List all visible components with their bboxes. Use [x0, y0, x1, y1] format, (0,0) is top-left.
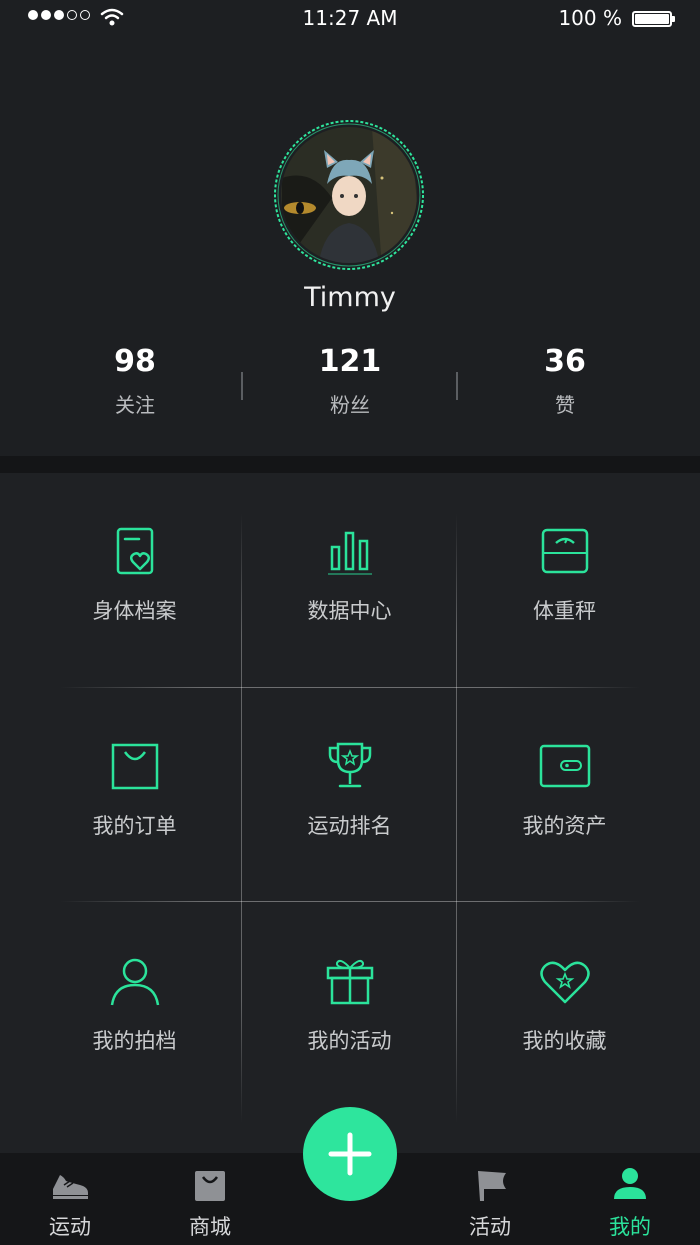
menu-item-ranking[interactable]: 运动排名	[242, 688, 457, 903]
menu-item-label: 我的拍档	[92, 1029, 177, 1053]
menu-item-my-partner[interactable]: 我的拍档	[27, 903, 242, 1118]
person-icon	[110, 958, 160, 1006]
profile-header: Timmy 98 关注 121 粉丝 36 赞	[0, 38, 700, 456]
avatar[interactable]	[272, 118, 426, 272]
menu-item-label: 数据中心	[307, 599, 392, 623]
tab-activity[interactable]: 活动	[420, 1153, 560, 1245]
menu-item-label: 身体档案	[92, 599, 177, 623]
tab-label: 运动	[49, 1215, 91, 1239]
status-bar: 11:27 AM 100 %	[0, 0, 700, 38]
stat-value: 36	[544, 344, 586, 379]
section-divider	[0, 456, 700, 473]
menu-item-my-favorites[interactable]: 我的收藏	[457, 903, 672, 1118]
menu-item-my-activities[interactable]: 我的活动	[242, 903, 457, 1118]
stat-following[interactable]: 98 关注	[20, 344, 250, 418]
tab-mall[interactable]: 商城	[140, 1153, 280, 1245]
tab-label: 商城	[189, 1215, 231, 1239]
stat-value: 121	[318, 344, 382, 379]
menu-item-body-profile[interactable]: 身体档案	[27, 473, 242, 688]
heart-star-icon	[540, 961, 590, 1004]
menu-item-label: 运动排名	[307, 814, 392, 838]
tab-label: 我的	[609, 1215, 651, 1239]
user-icon	[614, 1168, 646, 1199]
stat-followers[interactable]: 121 粉丝	[235, 344, 465, 418]
trophy-icon	[328, 742, 372, 788]
menu-item-my-assets[interactable]: 我的资产	[457, 688, 672, 903]
tab-sport[interactable]: 运动	[0, 1153, 140, 1245]
stat-label: 赞	[555, 393, 575, 417]
menu-grid: 身体档案 数据中心 体重秤 我的订单 运动排名 我的资产 我的拍档 我的活动 我…	[0, 473, 700, 1153]
stat-likes[interactable]: 36 赞	[450, 344, 680, 418]
flag-icon	[478, 1171, 506, 1201]
plus-icon	[328, 1132, 372, 1176]
menu-item-scale[interactable]: 体重秤	[457, 473, 672, 688]
menu-item-label: 我的收藏	[522, 1029, 607, 1053]
shop-bag-icon	[195, 1171, 225, 1201]
scale-icon	[541, 528, 589, 574]
battery-percentage: 100 %	[558, 6, 622, 30]
menu-item-my-orders[interactable]: 我的订单	[27, 688, 242, 903]
stat-label: 关注	[115, 393, 155, 417]
menu-item-data-center[interactable]: 数据中心	[242, 473, 457, 688]
menu-item-label: 体重秤	[533, 599, 596, 623]
menu-item-label: 我的活动	[307, 1029, 392, 1053]
body-profile-icon	[116, 527, 154, 575]
add-button[interactable]	[303, 1107, 397, 1201]
menu-item-label: 我的订单	[92, 814, 177, 838]
shopping-bag-icon	[111, 743, 159, 790]
bar-chart-icon	[328, 531, 372, 575]
username: Timmy	[304, 282, 396, 313]
stat-label: 粉丝	[330, 393, 370, 417]
wallet-icon	[539, 744, 591, 788]
stat-value: 98	[114, 344, 156, 379]
menu-item-label: 我的资产	[522, 814, 607, 838]
tab-mine[interactable]: 我的	[560, 1153, 700, 1245]
gift-icon	[326, 959, 374, 1005]
battery-icon	[632, 11, 675, 27]
sneaker-icon	[53, 1175, 88, 1199]
tab-label: 活动	[469, 1215, 511, 1239]
